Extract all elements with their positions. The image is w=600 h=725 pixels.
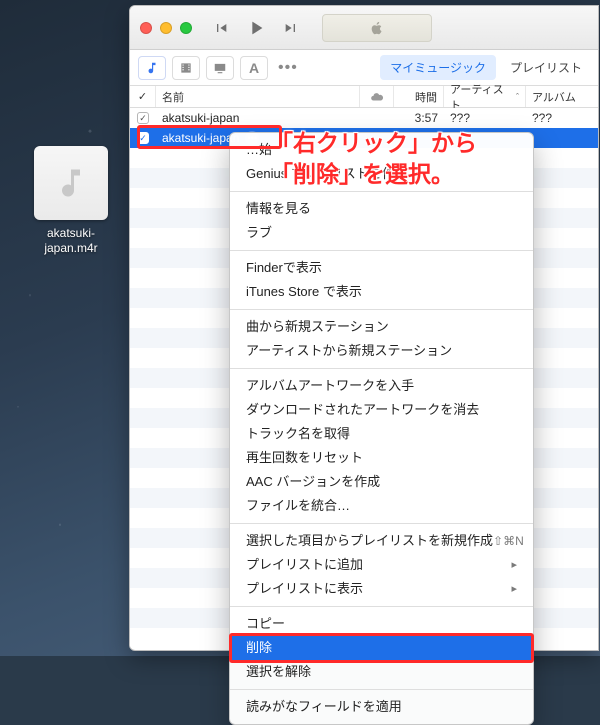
movies-source-button[interactable] <box>172 56 200 80</box>
zoom-window-button[interactable] <box>180 22 192 34</box>
context-menu-item[interactable]: Finderで表示 <box>230 256 533 280</box>
previous-track-button[interactable] <box>212 19 230 37</box>
row-name: akatsuki-japan <box>162 111 239 125</box>
context-menu-item[interactable]: iTunes Store で表示 <box>230 280 533 304</box>
tab-my-music[interactable]: マイミュージック <box>380 55 496 80</box>
column-cloud[interactable] <box>360 86 394 107</box>
tv-source-button[interactable] <box>206 56 234 80</box>
context-menu-item[interactable]: プレイリストに表示 <box>230 577 533 601</box>
context-menu-item[interactable]: 読みがなフィールドを適用 <box>230 695 533 719</box>
row-artist: ??? <box>444 108 526 128</box>
row-album: ??? <box>526 108 598 128</box>
cloud-icon <box>370 90 384 104</box>
context-menu-item[interactable]: AAC バージョンを作成 <box>230 470 533 494</box>
playback-controls <box>212 14 300 42</box>
desktop-file-icon[interactable]: akatsuki-japan.m4r <box>20 146 122 256</box>
menu-separator <box>230 309 533 310</box>
context-menu-item[interactable]: コピー <box>230 612 533 636</box>
now-playing-display <box>322 14 432 42</box>
row-time: 3:57 <box>394 108 444 128</box>
context-menu-item[interactable]: ダウンロードされたアートワークを消去 <box>230 398 533 422</box>
context-menu-item[interactable]: 再生回数をリセット <box>230 446 533 470</box>
row-checkbox[interactable]: ✓ <box>137 132 149 144</box>
row-name: akatsuki-japan <box>162 131 239 145</box>
context-menu-item[interactable]: 情報を見る <box>230 197 533 221</box>
context-menu-item[interactable]: ファイルを統合… <box>230 494 533 518</box>
context-menu-item[interactable]: プレイリストに追加 <box>230 553 533 577</box>
menu-separator <box>230 606 533 607</box>
context-menu-item[interactable]: 曲から新規ステーション <box>230 315 533 339</box>
tv-icon <box>213 61 227 75</box>
context-menu: …始Genius プレイリストを作成情報を見るラブFinderで表示iTunes… <box>229 132 534 725</box>
source-bar: A ••• マイミュージック プレイリスト <box>130 50 598 86</box>
menu-separator <box>230 250 533 251</box>
music-note-icon <box>53 165 89 201</box>
menu-separator <box>230 689 533 690</box>
next-track-button[interactable] <box>282 19 300 37</box>
minimize-window-button[interactable] <box>160 22 172 34</box>
music-icon <box>145 61 159 75</box>
context-menu-item[interactable]: アルバムアートワークを入手 <box>230 374 533 398</box>
more-sources-button[interactable]: ••• <box>274 59 302 77</box>
column-time[interactable]: 時間 <box>394 86 444 107</box>
apps-source-button[interactable]: A <box>240 56 268 80</box>
context-menu-item[interactable]: アーティストから新規ステーション <box>230 339 533 363</box>
table-row[interactable]: ✓ akatsuki-japan 3:57 ??? ??? <box>130 108 598 128</box>
row-checkbox[interactable]: ✓ <box>137 112 149 124</box>
row-album <box>526 128 598 148</box>
column-artist[interactable]: アーティストˆ <box>444 86 526 107</box>
column-checkbox[interactable]: ✓ <box>130 86 156 107</box>
annotation-text: 「右クリック」から 「削除」を選択。 <box>270 128 477 190</box>
file-label: akatsuki-japan.m4r <box>21 226 121 256</box>
context-menu-item[interactable]: 選択を解除 <box>230 660 533 684</box>
context-menu-item[interactable]: 選択した項目からプレイリストを新規作成⇧⌘N <box>230 529 533 553</box>
table-header: ✓ 名前 時間 アーティストˆ アルバム <box>130 86 598 108</box>
desktop-background: akatsuki-japan.m4r <box>0 0 600 656</box>
apple-icon <box>369 20 385 36</box>
tab-playlists[interactable]: プレイリスト <box>502 55 590 80</box>
play-button[interactable] <box>242 14 270 42</box>
menu-separator <box>230 368 533 369</box>
context-menu-item[interactable]: トラック名を取得 <box>230 422 533 446</box>
music-source-button[interactable] <box>138 56 166 80</box>
film-icon <box>179 61 193 75</box>
menu-separator <box>230 523 533 524</box>
column-name[interactable]: 名前 <box>156 86 360 107</box>
close-window-button[interactable] <box>140 22 152 34</box>
context-menu-item[interactable]: ラブ <box>230 221 533 245</box>
file-thumbnail <box>34 146 108 220</box>
context-menu-item[interactable]: 削除 <box>230 636 533 660</box>
menu-separator <box>230 191 533 192</box>
title-bar <box>130 6 598 50</box>
column-album[interactable]: アルバム <box>526 86 598 107</box>
window-controls <box>140 22 192 34</box>
